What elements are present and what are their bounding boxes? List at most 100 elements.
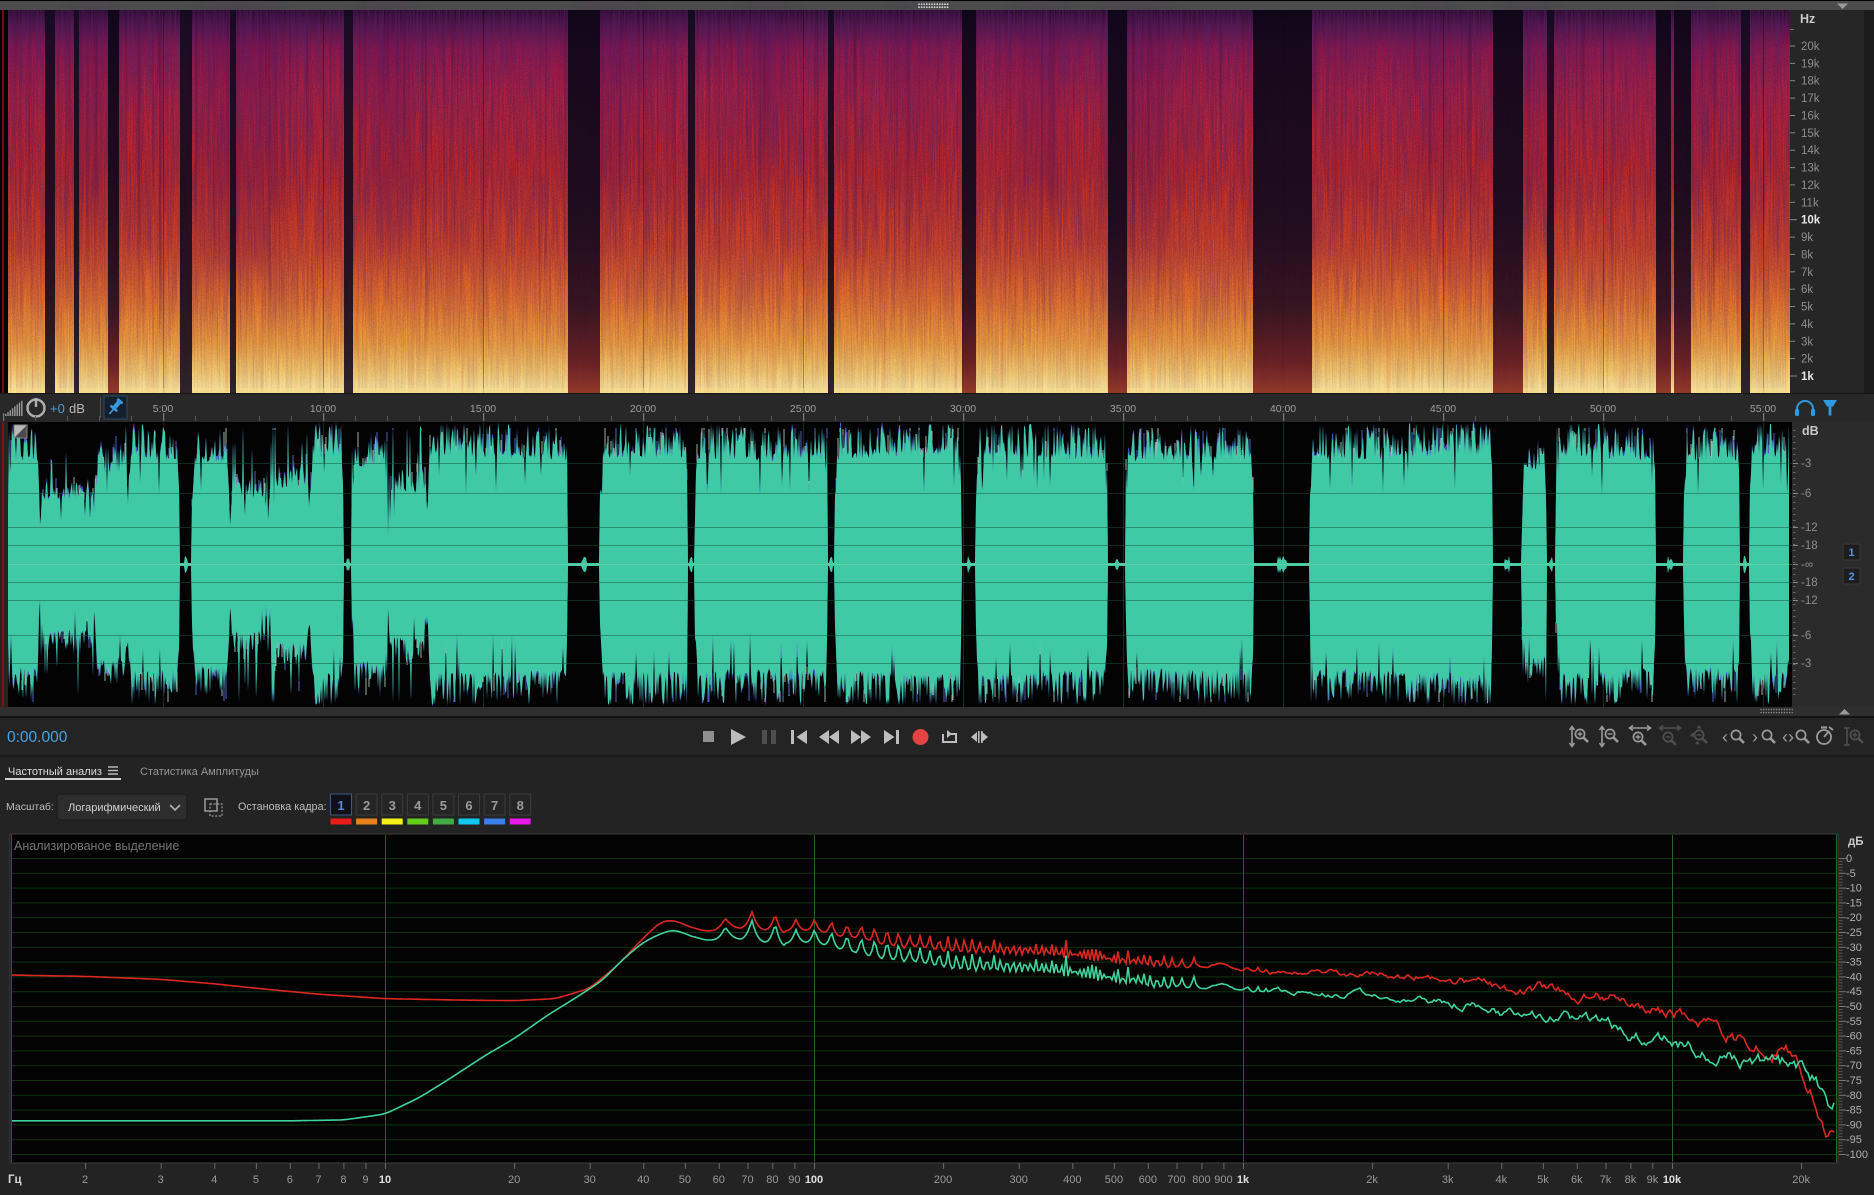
svg-text:700: 700: [1167, 1174, 1185, 1186]
svg-text:-55: -55: [1846, 1016, 1862, 1028]
svg-text:2: 2: [1848, 571, 1854, 583]
svg-text:17k: 17k: [1801, 93, 1820, 105]
svg-text:8k: 8k: [1801, 249, 1813, 261]
svg-text:5k: 5k: [1801, 302, 1813, 314]
svg-text:4k: 4k: [1495, 1174, 1507, 1186]
svg-text:-18: -18: [1801, 577, 1818, 589]
svg-text:6: 6: [465, 798, 472, 813]
svg-text:8k: 8k: [1625, 1174, 1637, 1186]
svg-text:-12: -12: [1801, 522, 1818, 534]
svg-text:4k: 4k: [1801, 319, 1813, 331]
svg-text:900: 900: [1214, 1174, 1232, 1186]
svg-text:50: 50: [679, 1174, 691, 1186]
svg-text:-20: -20: [1846, 912, 1862, 924]
svg-text:Остановка кадра:: Остановка кадра:: [238, 801, 327, 813]
svg-text:19k: 19k: [1801, 58, 1820, 70]
svg-text:-5: -5: [1846, 868, 1856, 880]
svg-text:-90: -90: [1846, 1119, 1862, 1131]
svg-text:-15: -15: [1846, 897, 1862, 909]
svg-text:-10: -10: [1846, 883, 1862, 895]
svg-text:7: 7: [491, 798, 498, 813]
svg-text:12k: 12k: [1801, 180, 1820, 192]
svg-text:13k: 13k: [1801, 163, 1820, 175]
svg-text:Статистика Амплитуды: Статистика Амплитуды: [140, 766, 259, 778]
svg-text:-40: -40: [1846, 971, 1862, 983]
svg-text:-18: -18: [1801, 540, 1818, 552]
svg-text:80: 80: [766, 1174, 778, 1186]
svg-text:dB: dB: [69, 401, 85, 416]
svg-text:Гц: Гц: [8, 1174, 22, 1186]
svg-text:0: 0: [1846, 853, 1852, 865]
svg-text:3k: 3k: [1442, 1174, 1454, 1186]
svg-text:20k: 20k: [1801, 41, 1820, 53]
svg-text:10k: 10k: [1801, 215, 1821, 227]
svg-text:1k: 1k: [1237, 1174, 1250, 1186]
svg-text:2: 2: [82, 1174, 88, 1186]
svg-text:-3: -3: [1801, 458, 1811, 470]
svg-text:15k: 15k: [1801, 128, 1820, 140]
svg-text:9k: 9k: [1647, 1174, 1659, 1186]
svg-text:5: 5: [440, 798, 447, 813]
svg-text:-85: -85: [1846, 1105, 1862, 1117]
svg-text:60: 60: [713, 1174, 725, 1186]
svg-text:3k: 3k: [1801, 336, 1813, 348]
svg-text:9k: 9k: [1801, 232, 1813, 244]
svg-text:›: ›: [1752, 727, 1758, 747]
svg-text:-65: -65: [1846, 1045, 1862, 1057]
svg-text:-25: -25: [1846, 927, 1862, 939]
svg-text:-35: -35: [1846, 957, 1862, 969]
svg-text:-6: -6: [1801, 488, 1811, 500]
svg-text:3: 3: [389, 798, 396, 813]
svg-text:300: 300: [1010, 1174, 1028, 1186]
svg-text:-30: -30: [1846, 942, 1862, 954]
svg-text:-100: -100: [1846, 1149, 1868, 1161]
svg-text:10: 10: [379, 1174, 391, 1186]
svg-text:-95: -95: [1846, 1134, 1862, 1146]
svg-text:500: 500: [1105, 1174, 1123, 1186]
svg-text:дБ: дБ: [1848, 836, 1864, 848]
svg-text:18k: 18k: [1801, 76, 1820, 88]
svg-text:2k: 2k: [1801, 354, 1813, 366]
svg-text:7k: 7k: [1600, 1174, 1612, 1186]
svg-text:1k: 1k: [1801, 371, 1814, 383]
svg-text:8: 8: [340, 1174, 346, 1186]
svg-text:-70: -70: [1846, 1060, 1862, 1072]
svg-text:-12: -12: [1801, 595, 1818, 607]
svg-text:1: 1: [1848, 547, 1854, 559]
svg-text:Частотный анализ: Частотный анализ: [8, 766, 102, 778]
svg-text:1: 1: [337, 798, 344, 813]
svg-text:20: 20: [508, 1174, 520, 1186]
svg-text:40: 40: [637, 1174, 649, 1186]
svg-text:Масштаб:: Масштаб:: [6, 801, 54, 813]
svg-text:3: 3: [158, 1174, 164, 1186]
svg-text:14k: 14k: [1801, 145, 1820, 157]
svg-text:-75: -75: [1846, 1075, 1862, 1087]
svg-text:10k: 10k: [1663, 1174, 1682, 1186]
svg-text:4: 4: [414, 798, 422, 813]
svg-text:0:00.000: 0:00.000: [7, 729, 68, 746]
svg-text:16k: 16k: [1801, 111, 1820, 123]
svg-text:400: 400: [1063, 1174, 1081, 1186]
svg-text:7: 7: [315, 1174, 321, 1186]
svg-text:70: 70: [741, 1174, 753, 1186]
svg-text:8: 8: [517, 798, 524, 813]
svg-text:11k: 11k: [1801, 197, 1819, 209]
svg-text:600: 600: [1139, 1174, 1157, 1186]
svg-text:2k: 2k: [1366, 1174, 1378, 1186]
svg-text:2: 2: [363, 798, 370, 813]
svg-text:7k: 7k: [1801, 267, 1813, 279]
svg-text:-3: -3: [1801, 658, 1811, 670]
svg-text:-80: -80: [1846, 1090, 1862, 1102]
svg-text:9: 9: [362, 1174, 368, 1186]
svg-text:6k: 6k: [1801, 284, 1813, 296]
svg-text:6: 6: [287, 1174, 293, 1186]
svg-text:6k: 6k: [1571, 1174, 1583, 1186]
svg-text:800: 800: [1192, 1174, 1210, 1186]
svg-text:5k: 5k: [1537, 1174, 1549, 1186]
svg-text:+0: +0: [50, 401, 65, 416]
svg-text:Анализированое выделение: Анализированое выделение: [14, 839, 179, 853]
svg-text:90: 90: [788, 1174, 800, 1186]
svg-text:-45: -45: [1846, 986, 1862, 998]
svg-text:-∞: -∞: [1801, 559, 1813, 571]
svg-text:‹: ‹: [1722, 727, 1728, 747]
